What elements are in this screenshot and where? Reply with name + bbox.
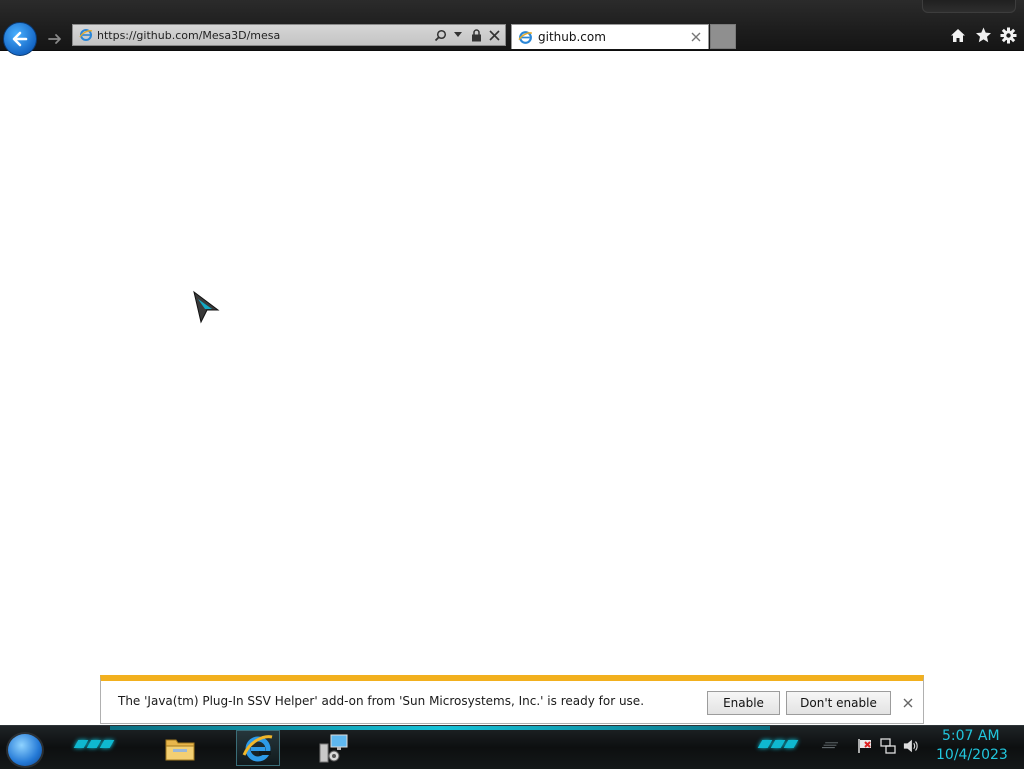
address-bar[interactable]: https://github.com/Mesa3D/mesa bbox=[72, 24, 506, 46]
taskbar-accent bbox=[110, 726, 770, 730]
volume-icon[interactable] bbox=[903, 738, 919, 754]
close-tab-icon[interactable] bbox=[690, 31, 702, 43]
notification-message: The 'Java(tm) Plug-In SSV Helper' add-on… bbox=[118, 694, 645, 708]
addon-notification-bar: The 'Java(tm) Plug-In SSV Helper' add-on… bbox=[100, 675, 924, 724]
back-button[interactable] bbox=[3, 22, 37, 56]
file-explorer-icon bbox=[165, 739, 195, 761]
taskbar-app-explorer[interactable] bbox=[158, 730, 202, 766]
dropdown-chevron-icon[interactable] bbox=[451, 28, 465, 42]
internet-explorer-icon bbox=[242, 735, 273, 762]
clock-date[interactable]: 10/4/2023 bbox=[936, 747, 1008, 763]
mouse-cursor-icon bbox=[193, 290, 220, 324]
browser-toolbar: https://github.com/Mesa3D/mesa github.co… bbox=[0, 0, 1024, 56]
page-content bbox=[0, 51, 1024, 675]
taskbar-app-network[interactable] bbox=[312, 730, 356, 766]
back-arrow-icon bbox=[12, 31, 28, 47]
close-icon[interactable] bbox=[901, 696, 915, 710]
favorites-star-icon[interactable] bbox=[974, 26, 992, 44]
tray-show-desktop-icon[interactable] bbox=[822, 738, 838, 754]
network-tray-icon[interactable] bbox=[880, 738, 896, 754]
new-tab-button[interactable] bbox=[710, 24, 736, 49]
taskbar-decoration-right bbox=[757, 740, 799, 748]
window-frame-decoration bbox=[922, 0, 1016, 13]
forward-arrow-icon bbox=[48, 34, 61, 44]
lock-icon[interactable] bbox=[469, 28, 483, 42]
search-icon[interactable] bbox=[433, 28, 447, 42]
stop-icon[interactable] bbox=[487, 28, 501, 42]
address-url-text[interactable]: https://github.com/Mesa3D/mesa bbox=[97, 29, 433, 42]
tab-title: github.com bbox=[538, 30, 606, 44]
gear-icon[interactable] bbox=[999, 26, 1017, 44]
start-button[interactable] bbox=[6, 732, 44, 768]
home-icon[interactable] bbox=[949, 26, 967, 44]
action-center-flag-icon[interactable] bbox=[857, 738, 873, 754]
clock-time[interactable]: 5:07 AM bbox=[942, 728, 1000, 744]
ie-tab-icon bbox=[518, 30, 533, 44]
forward-button[interactable] bbox=[45, 30, 65, 48]
tab-github[interactable]: github.com bbox=[511, 24, 709, 49]
enable-button[interactable]: Enable bbox=[707, 691, 780, 715]
taskbar-app-internet-explorer[interactable] bbox=[236, 730, 280, 766]
ie-page-icon bbox=[79, 29, 93, 41]
network-computer-icon bbox=[319, 734, 348, 763]
dont-enable-button[interactable]: Don't enable bbox=[786, 691, 891, 715]
taskbar-decoration-left bbox=[73, 740, 115, 748]
